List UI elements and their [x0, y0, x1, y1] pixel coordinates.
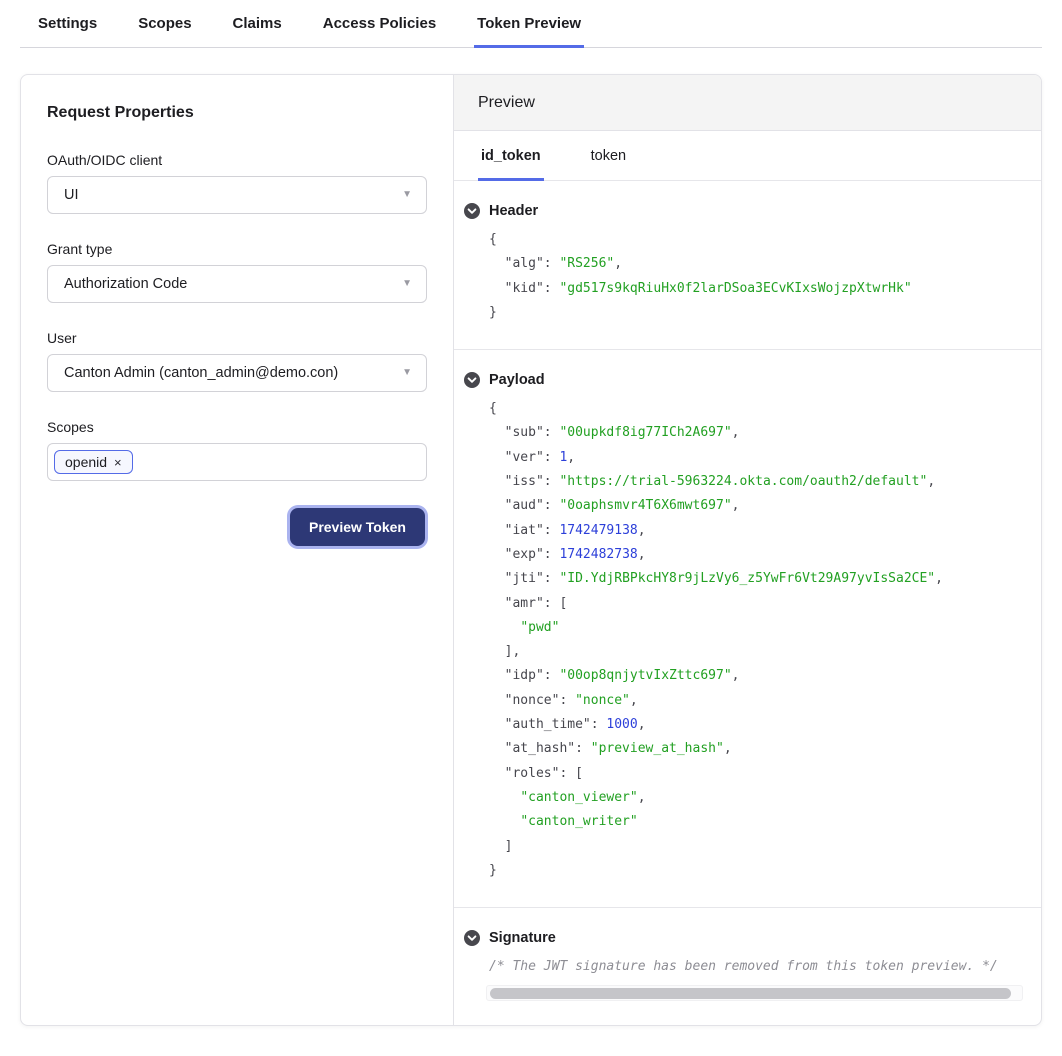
- collapse-chevron-icon[interactable]: [464, 930, 480, 946]
- tab-claims[interactable]: Claims: [230, 0, 285, 48]
- page-tabs: Settings Scopes Claims Access Policies Token…: [20, 0, 1042, 47]
- oauth-client-field-group: OAuth/OIDC client UI ▼: [47, 152, 427, 214]
- scopes-label: Scopes: [47, 419, 427, 435]
- jwt-signature-section-head: Signature: [464, 930, 1029, 946]
- code-line: "jti": "ID.YdjRBPkcHY8r9jLzVy6_z5YwFr6Vt…: [489, 567, 1029, 591]
- token-preview-card: Request Properties OAuth/OIDC client UI …: [20, 74, 1042, 1026]
- code-line: {: [489, 397, 1029, 421]
- jwt-signature-section: Signature /* The JWT signature has been …: [454, 907, 1041, 1025]
- horizontal-scrollbar-thumb[interactable]: [490, 988, 1011, 999]
- user-field-group: User Canton Admin (canton_admin@demo.con…: [47, 330, 427, 392]
- code-line: "ver": 1,: [489, 446, 1029, 470]
- collapse-chevron-icon[interactable]: [464, 372, 480, 388]
- code-line: "auth_time": 1000,: [489, 713, 1029, 737]
- user-select[interactable]: Canton Admin (canton_admin@demo.con) ▼: [47, 354, 427, 392]
- code-line: ],: [489, 640, 1029, 664]
- preview-tab-token[interactable]: token: [588, 131, 629, 181]
- code-line: ]: [489, 835, 1029, 859]
- code-line: }: [489, 301, 1029, 325]
- collapse-chevron-icon[interactable]: [464, 203, 480, 219]
- code-line: "amr": [: [489, 592, 1029, 616]
- code-line: "kid": "gd517s9kqRiuHx0f2larDSoa3ECvKIxs…: [489, 277, 1029, 301]
- user-label: User: [47, 330, 427, 346]
- form-actions: Preview Token: [47, 508, 427, 546]
- preview-header-bar: Preview: [454, 75, 1041, 131]
- jwt-header-section-title: Header: [489, 203, 538, 219]
- oauth-client-value: UI: [64, 187, 79, 203]
- code-line: "alg": "RS256",: [489, 252, 1029, 276]
- app-tab-bar: Settings Scopes Claims Access Policies Token…: [20, 0, 1042, 48]
- request-properties-panel: Request Properties OAuth/OIDC client UI …: [21, 75, 454, 1025]
- jwt-payload-code-block: { "sub": "00upkdf8ig77ICh2A697", "ver": …: [489, 397, 1029, 883]
- jwt-signature-section-title: Signature: [489, 930, 556, 946]
- code-line: "canton_writer": [489, 810, 1029, 834]
- grant-type-field-group: Grant type Authorization Code ▼: [47, 241, 427, 303]
- code-line: "roles": [: [489, 762, 1029, 786]
- remove-scope-icon[interactable]: ×: [114, 456, 122, 469]
- scope-chip-openid[interactable]: openid ×: [54, 450, 133, 474]
- code-line: "nonce": "nonce",: [489, 689, 1029, 713]
- code-line: "aud": "0oaphsmvr4T6X6mwt697",: [489, 494, 1029, 518]
- preview-title: Preview: [478, 94, 535, 112]
- preview-tab-id_token[interactable]: id_token: [478, 131, 544, 181]
- oauth-client-select[interactable]: UI ▼: [47, 176, 427, 214]
- tab-token-preview[interactable]: Token Preview: [474, 0, 584, 48]
- code-line: }: [489, 859, 1029, 883]
- grant-type-select[interactable]: Authorization Code ▼: [47, 265, 427, 303]
- jwt-header-section: Header { "alg": "RS256", "kid": "gd517s9…: [454, 181, 1041, 349]
- user-value: Canton Admin (canton_admin@demo.con): [64, 365, 338, 381]
- code-line: "exp": 1742482738,: [489, 543, 1029, 567]
- jwt-payload-section-title: Payload: [489, 372, 545, 388]
- tab-scopes[interactable]: Scopes: [135, 0, 194, 48]
- preview-token-button[interactable]: Preview Token: [290, 508, 425, 546]
- scopes-field-group: Scopes openid ×: [47, 419, 427, 481]
- code-line: "pwd": [489, 616, 1029, 640]
- jwt-payload-section: Payload { "sub": "00upkdf8ig77ICh2A697",…: [454, 349, 1041, 907]
- grant-type-label: Grant type: [47, 241, 427, 257]
- chevron-down-icon: ▼: [402, 190, 412, 200]
- horizontal-scrollbar-track: [486, 985, 1023, 1001]
- code-line: "sub": "00upkdf8ig77ICh2A697",: [489, 421, 1029, 445]
- tab-access-policies[interactable]: Access Policies: [320, 0, 439, 48]
- chevron-down-icon: ▼: [402, 279, 412, 289]
- signature-removed-comment: /* The JWT signature has been removed fr…: [489, 959, 1029, 974]
- jwt-header-code-block: { "alg": "RS256", "kid": "gd517s9kqRiuHx…: [489, 228, 1029, 325]
- tab-settings[interactable]: Settings: [35, 0, 100, 48]
- scope-chip-label: openid: [65, 454, 107, 470]
- code-line: {: [489, 228, 1029, 252]
- jwt-header-section-head: Header: [464, 203, 1029, 219]
- grant-type-value: Authorization Code: [64, 276, 187, 292]
- request-properties-title: Request Properties: [47, 104, 427, 122]
- scopes-input[interactable]: openid ×: [47, 443, 427, 481]
- code-line: "canton_viewer",: [489, 786, 1029, 810]
- oauth-client-label: OAuth/OIDC client: [47, 152, 427, 168]
- preview-tabs: id_token token: [454, 131, 1041, 181]
- code-line: "iat": 1742479138,: [489, 519, 1029, 543]
- preview-panel: Preview id_token token Header { "alg": "R…: [454, 75, 1041, 1025]
- code-line: "idp": "00op8qnjytvIxZttc697",: [489, 664, 1029, 688]
- code-line: "iss": "https://trial-5963224.okta.com/o…: [489, 470, 1029, 494]
- jwt-payload-section-head: Payload: [464, 372, 1029, 388]
- chevron-down-icon: ▼: [402, 368, 412, 378]
- code-line: "at_hash": "preview_at_hash",: [489, 737, 1029, 761]
